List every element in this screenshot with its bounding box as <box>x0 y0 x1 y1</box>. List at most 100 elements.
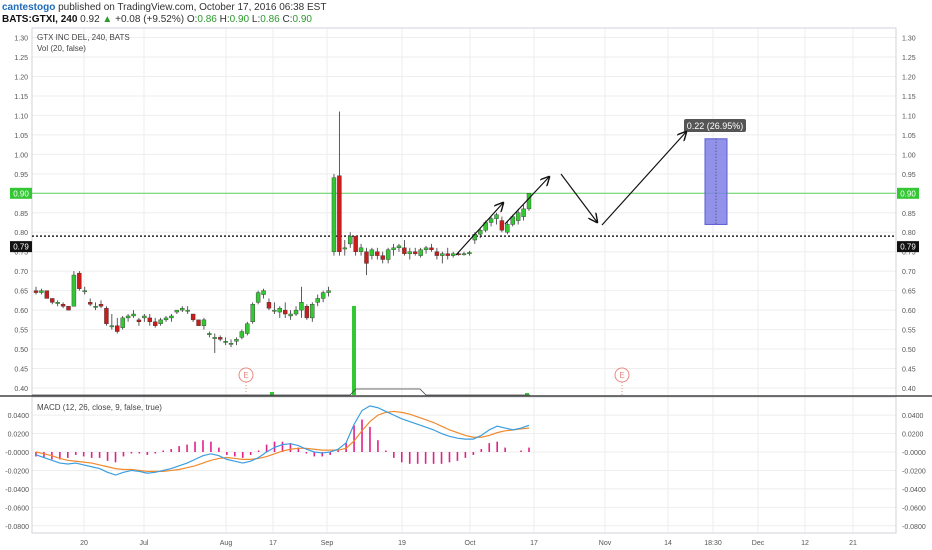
macd-line[interactable] <box>35 405 530 476</box>
candle[interactable] <box>39 288 44 295</box>
candle[interactable] <box>342 240 348 256</box>
candle[interactable] <box>337 111 342 256</box>
candle[interactable] <box>217 335 223 342</box>
candle[interactable] <box>125 314 131 322</box>
candle[interactable] <box>494 212 499 225</box>
y-tick-label: 0.55 <box>902 328 916 335</box>
candle[interactable] <box>180 306 185 313</box>
candle[interactable] <box>245 321 250 336</box>
candle[interactable] <box>158 317 163 326</box>
macd-tick-label: -0.0200 <box>5 468 29 475</box>
candle[interactable] <box>283 302 288 318</box>
candle[interactable] <box>526 193 532 211</box>
time-axis[interactable]: 20 Jul Aug 17 Sep 19 Oct 17 Nov 14 18:30 Dec 12 21 <box>80 540 857 547</box>
candle[interactable] <box>255 290 261 305</box>
candle[interactable] <box>304 304 310 320</box>
candle[interactable] <box>77 271 82 291</box>
candle[interactable] <box>407 247 413 260</box>
candle[interactable] <box>50 298 55 305</box>
candle[interactable] <box>266 298 272 311</box>
candle[interactable] <box>152 317 158 328</box>
candle[interactable] <box>521 204 526 221</box>
candle[interactable] <box>93 302 98 311</box>
candle[interactable] <box>98 300 104 309</box>
candle[interactable] <box>185 306 190 315</box>
macd-tick-label: -0.0400 <box>902 487 926 494</box>
candle[interactable] <box>413 247 418 256</box>
candle[interactable] <box>196 319 201 326</box>
candle[interactable] <box>228 339 234 348</box>
price-axes[interactable]: 1.30 1.30 1.25 1.25 1.20 1.20 1.15 1.15 1.10 1.10… <box>14 36 915 393</box>
earnings-marker-2[interactable]: E <box>614 367 630 396</box>
svg-text:0.79: 0.79 <box>13 243 29 252</box>
candle[interactable] <box>499 216 505 233</box>
candle[interactable] <box>391 243 396 256</box>
candle[interactable] <box>174 309 180 315</box>
macd-signal-line[interactable] <box>35 410 530 472</box>
candle[interactable] <box>136 317 142 326</box>
y-tick-label: 0.40 <box>902 386 916 393</box>
candle[interactable] <box>250 302 255 324</box>
candle[interactable] <box>120 315 125 330</box>
candle[interactable] <box>201 317 207 330</box>
candle[interactable] <box>369 247 375 260</box>
price-chart[interactable]: 1.30 1.30 1.25 1.25 1.20 1.20 1.15 1.15 1.10 1.10… <box>0 0 932 550</box>
arrow-up-2[interactable] <box>504 177 549 225</box>
candle[interactable] <box>207 331 212 338</box>
candle[interactable] <box>55 300 60 307</box>
candle[interactable] <box>44 290 50 299</box>
candle[interactable] <box>293 306 299 316</box>
candle[interactable] <box>87 298 93 307</box>
earnings-icon: E <box>619 371 624 380</box>
candle[interactable] <box>142 314 147 322</box>
candle[interactable] <box>358 243 364 256</box>
candle[interactable] <box>445 247 450 260</box>
y-tick-label: 1.00 <box>14 152 28 159</box>
candle[interactable] <box>396 243 402 252</box>
candle[interactable] <box>423 245 429 254</box>
candle[interactable] <box>163 315 169 322</box>
candle[interactable] <box>71 271 77 307</box>
candle[interactable] <box>239 329 245 340</box>
candle[interactable] <box>131 310 136 318</box>
candle[interactable] <box>315 294 320 307</box>
x-tick-label: Sep <box>321 540 334 547</box>
candle[interactable] <box>375 247 380 260</box>
candle[interactable] <box>234 337 239 346</box>
candle[interactable] <box>385 247 391 264</box>
candle[interactable] <box>82 286 87 295</box>
candle[interactable] <box>109 314 115 330</box>
candle[interactable] <box>331 173 337 256</box>
candle[interactable] <box>212 333 217 353</box>
candle[interactable] <box>33 286 39 295</box>
candle[interactable] <box>115 317 120 334</box>
candle[interactable] <box>288 310 293 320</box>
candle[interactable] <box>353 235 358 256</box>
candle[interactable] <box>461 251 467 256</box>
arrow-up-1[interactable] <box>455 203 503 256</box>
candle[interactable] <box>169 314 174 322</box>
candle[interactable] <box>60 302 66 309</box>
candle[interactable] <box>299 286 304 318</box>
candle[interactable] <box>277 306 282 318</box>
candle[interactable] <box>440 251 445 264</box>
candle[interactable] <box>450 251 456 258</box>
candle[interactable] <box>320 290 326 303</box>
candle[interactable] <box>66 306 71 311</box>
arrow-up-target[interactable] <box>601 132 686 226</box>
candle[interactable] <box>310 302 315 322</box>
candle[interactable] <box>348 232 353 248</box>
candle[interactable] <box>104 306 109 326</box>
earnings-marker-1[interactable]: E <box>238 367 254 396</box>
candle[interactable] <box>147 314 152 326</box>
candle[interactable] <box>190 313 196 322</box>
candle[interactable] <box>429 243 434 252</box>
arrow-down[interactable] <box>560 173 597 222</box>
volume-spike-bar <box>352 306 356 395</box>
candle[interactable] <box>434 247 440 260</box>
candle[interactable] <box>223 337 228 346</box>
candle[interactable] <box>402 240 407 256</box>
candle[interactable] <box>418 247 423 258</box>
y-tick-label: 0.45 <box>14 367 28 374</box>
candle[interactable] <box>380 251 385 264</box>
